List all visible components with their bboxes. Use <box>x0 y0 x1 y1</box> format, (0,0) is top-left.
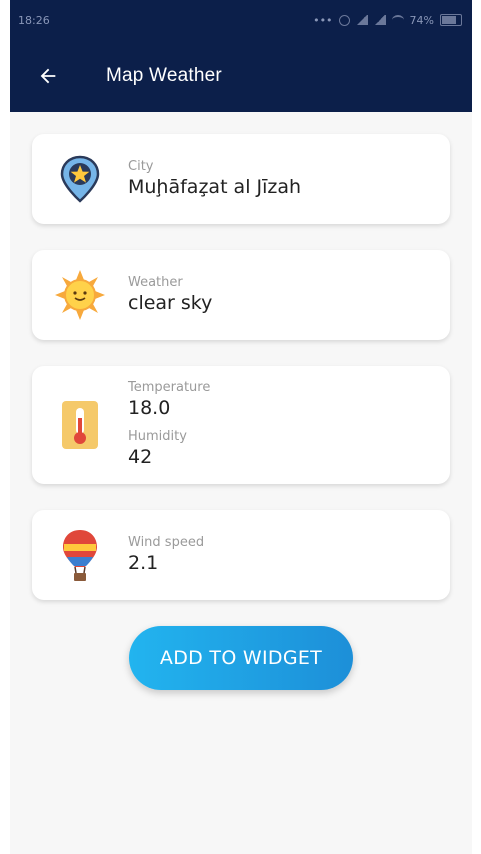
dots-icon: ••• <box>313 13 333 27</box>
wind-value: 2.1 <box>128 551 159 574</box>
hot-air-balloon-icon <box>63 530 97 581</box>
weather-value: clear sky <box>128 291 213 314</box>
alarm-icon <box>338 14 350 26</box>
city-label: City <box>128 158 154 174</box>
button-wrap: ADD TO WIDGET <box>32 626 450 690</box>
sun-icon <box>55 270 105 320</box>
status-time: 18:26 <box>18 13 50 27</box>
thermometer-icon <box>62 401 98 449</box>
weather-label: Weather <box>128 274 183 290</box>
add-to-widget-button[interactable]: ADD TO WIDGET <box>129 626 353 690</box>
battery-icon <box>440 14 462 26</box>
status-bar: 18:26 ••• 74% <box>10 0 472 40</box>
wind-label: Wind speed <box>128 534 205 550</box>
city-card: City Muḩāfaz̧at al Jīzah <box>32 134 450 224</box>
page-title: Map Weather <box>106 65 222 86</box>
city-icon-box <box>32 154 128 204</box>
wind-card: Wind speed 2.1 <box>32 510 450 600</box>
humidity-value: 42 <box>128 446 153 468</box>
signal-icon <box>355 15 368 25</box>
wifi-icon <box>391 15 404 25</box>
weather-fields: Weather clear sky <box>128 275 212 316</box>
weather-card: Weather clear sky <box>32 250 450 340</box>
arrow-left-icon <box>40 68 56 84</box>
humidity-label: Humidity <box>128 429 187 444</box>
signal-2-icon <box>373 15 386 25</box>
temperature-card: Temperature 18.0 Humidity 42 <box>32 366 450 484</box>
battery-percent: 74% <box>409 13 434 27</box>
map-pin-star-icon <box>60 155 100 203</box>
app-bar: Map Weather <box>10 40 472 112</box>
city-value: Muḩāfaz̧at al Jīzah <box>128 175 302 198</box>
weather-icon-box <box>32 269 128 321</box>
status-indicators: ••• 74% <box>313 14 462 27</box>
temperature-icon-box <box>32 400 128 450</box>
app-screen: 18:26 ••• 74% Map Weather City Muḩāfaz̧a… <box>10 0 472 854</box>
temperature-value: 18.0 <box>128 397 171 419</box>
city-fields: City Muḩāfaz̧at al Jīzah <box>128 159 301 200</box>
content: City Muḩāfaz̧at al Jīzah Weather clear s… <box>10 112 472 690</box>
back-button[interactable] <box>10 40 86 112</box>
temperature-label: Temperature <box>128 380 211 395</box>
wind-fields: Wind speed 2.1 <box>128 535 204 576</box>
temperature-fields: Temperature 18.0 Humidity 42 <box>128 380 210 470</box>
wind-icon-box <box>32 528 128 582</box>
